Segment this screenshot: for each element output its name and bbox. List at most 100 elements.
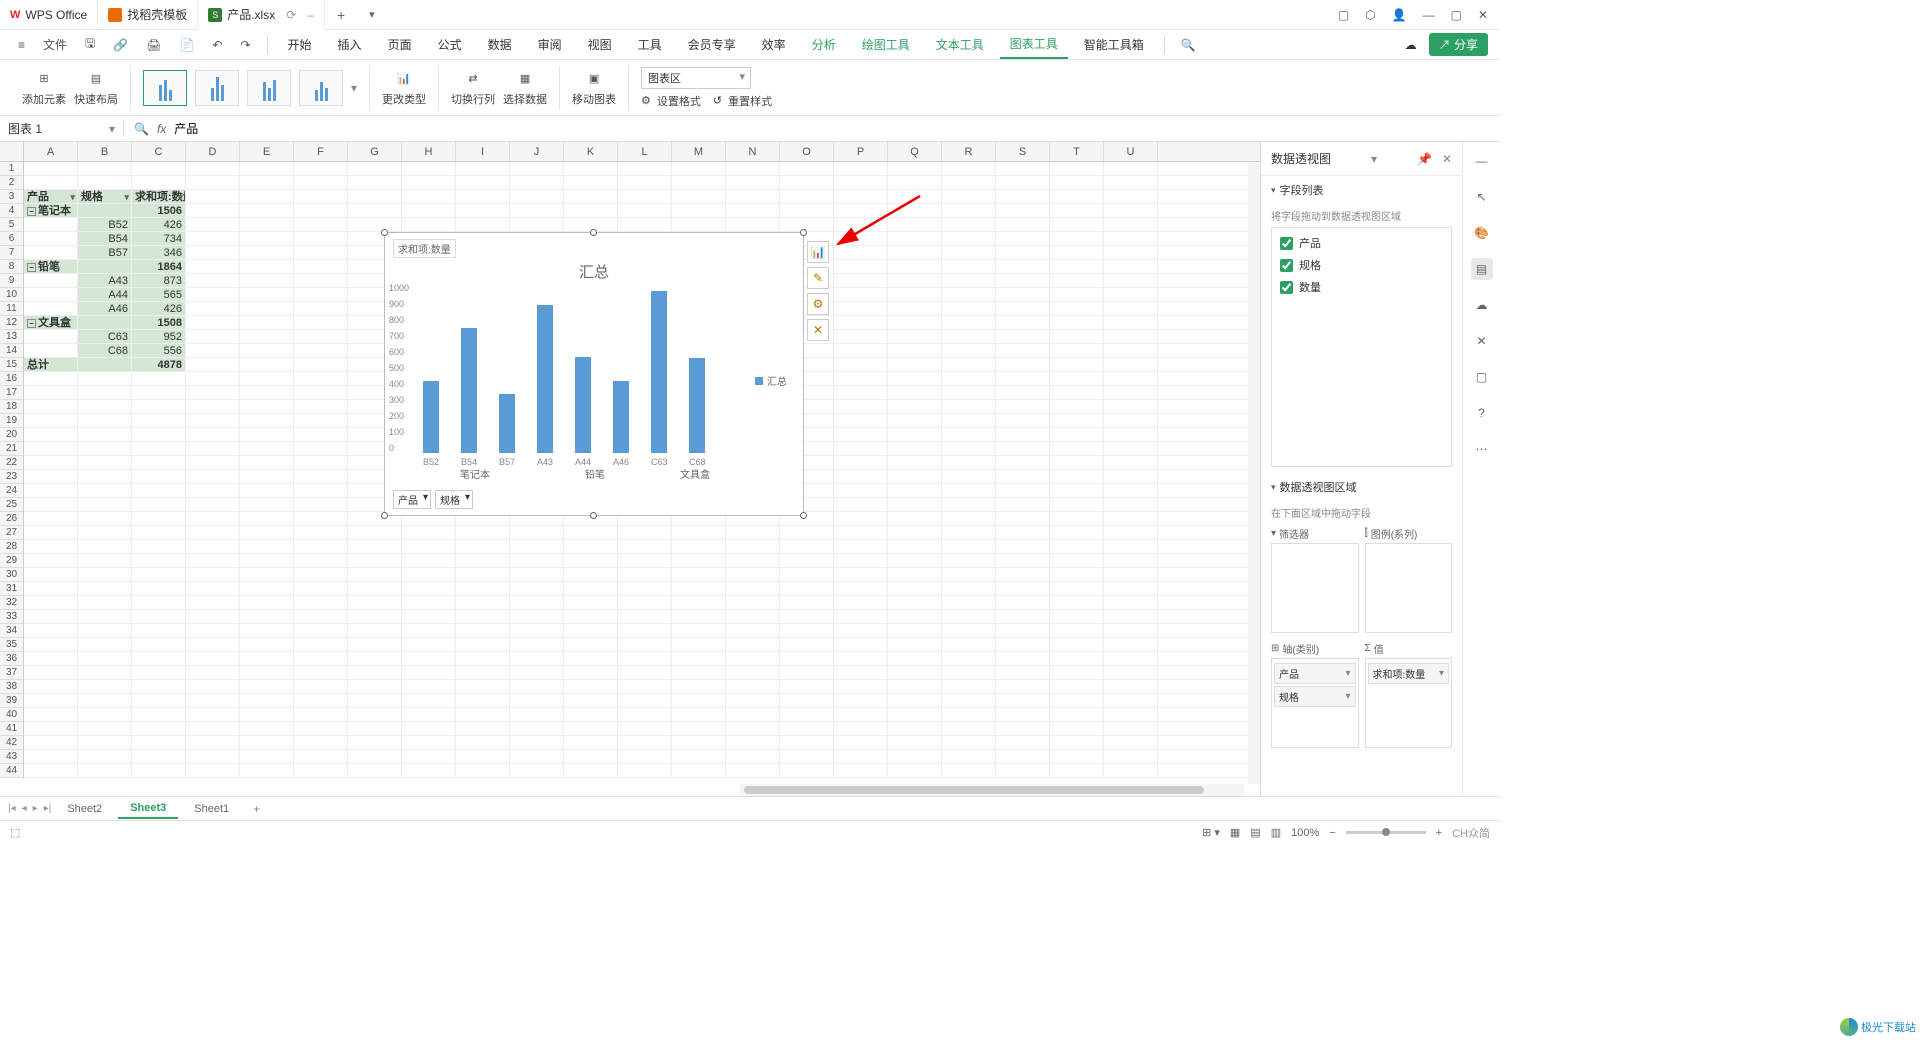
cell[interactable] [456, 750, 510, 763]
cloud-icon[interactable]: ☁ [1405, 38, 1417, 52]
cell[interactable] [348, 750, 402, 763]
cell[interactable] [240, 316, 294, 329]
chart-style-4[interactable] [299, 70, 343, 106]
cell[interactable] [510, 736, 564, 749]
cell[interactable] [726, 666, 780, 679]
cell[interactable] [780, 204, 834, 217]
cell[interactable]: −文具盒 [24, 316, 78, 329]
cell[interactable] [240, 722, 294, 735]
cell[interactable] [294, 470, 348, 483]
cell[interactable] [456, 610, 510, 623]
view-break-icon[interactable]: ▥ [1271, 826, 1281, 839]
cell[interactable] [834, 218, 888, 231]
cell[interactable] [186, 750, 240, 763]
cell[interactable] [618, 750, 672, 763]
cell[interactable] [510, 540, 564, 553]
cell[interactable] [78, 722, 132, 735]
cell[interactable] [618, 624, 672, 637]
cell[interactable] [942, 386, 996, 399]
cell[interactable] [132, 512, 186, 525]
cell[interactable] [1050, 176, 1104, 189]
row-header[interactable]: 30 [0, 568, 23, 582]
cell[interactable] [294, 204, 348, 217]
cell[interactable] [1104, 176, 1158, 189]
cell[interactable] [402, 162, 456, 175]
resize-handle[interactable] [800, 229, 807, 236]
cell[interactable] [294, 232, 348, 245]
cell[interactable] [942, 358, 996, 371]
cell[interactable] [888, 428, 942, 441]
cell[interactable] [780, 554, 834, 567]
chart-style-3[interactable] [247, 70, 291, 106]
cell[interactable] [24, 638, 78, 651]
col-header[interactable]: N [726, 142, 780, 161]
cell[interactable] [294, 302, 348, 315]
row-header[interactable]: 43 [0, 750, 23, 764]
cell[interactable] [834, 498, 888, 511]
cell[interactable] [78, 680, 132, 693]
cell[interactable] [780, 540, 834, 553]
cell[interactable] [888, 218, 942, 231]
cell[interactable] [402, 694, 456, 707]
cell[interactable] [780, 582, 834, 595]
field-item-qty[interactable]: 数量 [1276, 276, 1447, 298]
cell[interactable] [240, 750, 294, 763]
pivot-chart[interactable]: 求和项:数量 汇总 010020030040050060070080090010… [384, 232, 804, 516]
cell[interactable] [186, 722, 240, 735]
chart-elements-button[interactable]: 📊 [807, 241, 829, 263]
cell[interactable]: 565 [132, 288, 186, 301]
cell[interactable] [942, 246, 996, 259]
cell[interactable] [942, 722, 996, 735]
cell[interactable] [1050, 218, 1104, 231]
cell[interactable] [726, 750, 780, 763]
cell[interactable]: 426 [132, 302, 186, 315]
cell[interactable] [240, 764, 294, 777]
col-header[interactable]: M [672, 142, 726, 161]
cell[interactable] [240, 372, 294, 385]
cell[interactable] [294, 694, 348, 707]
zoom-formula-icon[interactable]: 🔍 [134, 122, 149, 136]
cell[interactable] [132, 470, 186, 483]
cell[interactable] [780, 680, 834, 693]
cell[interactable] [1050, 162, 1104, 175]
cell[interactable] [1104, 274, 1158, 287]
cell[interactable] [78, 176, 132, 189]
row-header[interactable]: 4 [0, 204, 23, 218]
cell[interactable] [942, 162, 996, 175]
cell[interactable] [996, 498, 1050, 511]
zoom-slider[interactable] [1346, 831, 1426, 834]
field-item-product[interactable]: 产品 [1276, 232, 1447, 254]
cell[interactable] [78, 358, 132, 371]
cell[interactable] [132, 582, 186, 595]
cell[interactable] [942, 736, 996, 749]
cell[interactable] [186, 582, 240, 595]
cell[interactable] [24, 568, 78, 581]
cell[interactable] [942, 260, 996, 273]
row-header[interactable]: 38 [0, 680, 23, 694]
cell[interactable] [888, 190, 942, 203]
cell[interactable] [186, 372, 240, 385]
cell[interactable] [78, 204, 132, 217]
cell[interactable] [672, 176, 726, 189]
menu-tab-start[interactable]: 开始 [278, 31, 322, 58]
cell[interactable] [1104, 386, 1158, 399]
cell[interactable] [132, 722, 186, 735]
cell[interactable] [1050, 638, 1104, 651]
cell[interactable] [1050, 204, 1104, 217]
row-header[interactable]: 22 [0, 456, 23, 470]
cell[interactable] [564, 680, 618, 693]
cell[interactable] [888, 372, 942, 385]
cell[interactable] [24, 386, 78, 399]
cell[interactable] [132, 638, 186, 651]
cell[interactable] [78, 512, 132, 525]
cell[interactable] [456, 540, 510, 553]
cell[interactable] [132, 386, 186, 399]
cell[interactable] [1104, 358, 1158, 371]
cell[interactable] [402, 554, 456, 567]
cell[interactable] [510, 568, 564, 581]
cell[interactable] [294, 540, 348, 553]
vertical-scrollbar[interactable] [1248, 162, 1260, 784]
cell[interactable] [348, 218, 402, 231]
cell[interactable] [240, 638, 294, 651]
cell[interactable] [780, 610, 834, 623]
